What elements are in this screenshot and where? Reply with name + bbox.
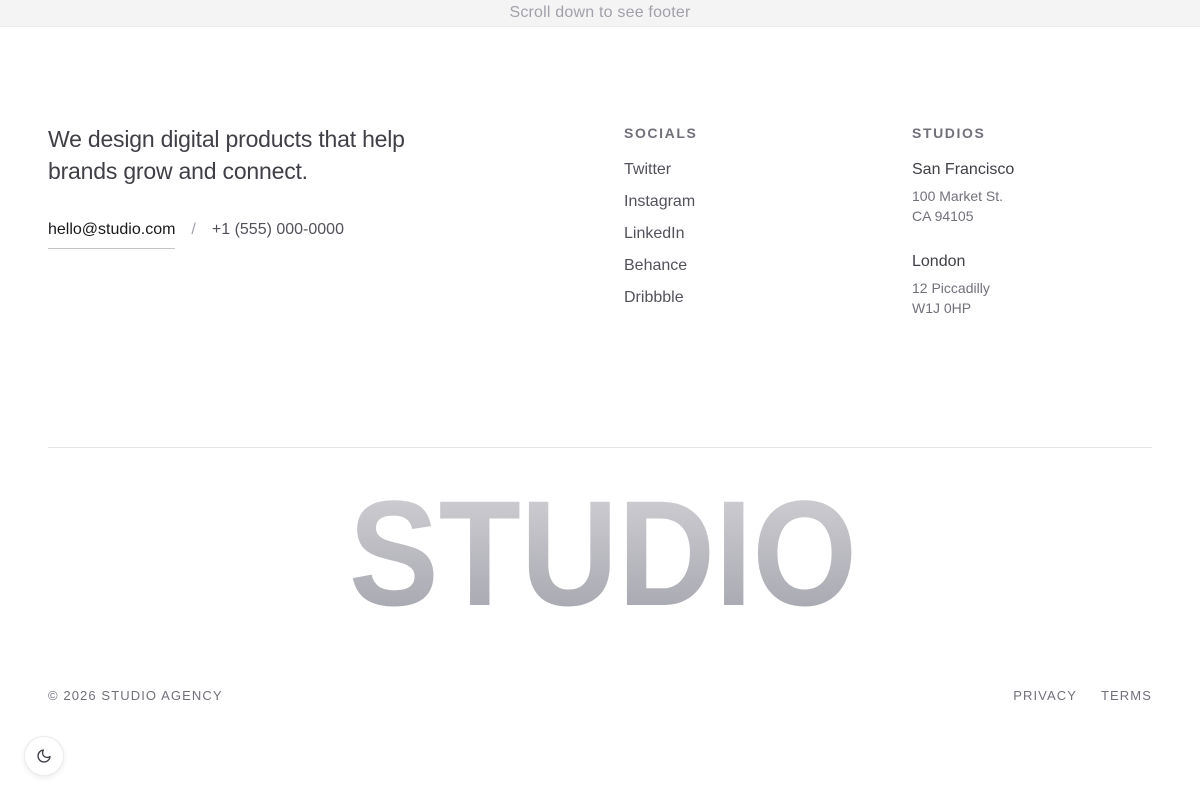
social-link-instagram[interactable]: Instagram bbox=[624, 193, 695, 210]
footer-divider bbox=[48, 447, 1152, 448]
studio-city: London bbox=[912, 253, 966, 270]
theme-toggle-button[interactable] bbox=[24, 736, 64, 776]
studio-wordmark: STUDIO bbox=[0, 470, 1200, 630]
contact-row: hello@studio.com / +1 (555) 000-0000 bbox=[48, 219, 344, 249]
scroll-hint-banner: Scroll down to see footer bbox=[0, 0, 1200, 27]
socials-list: Twitter Instagram LinkedIn Behance Dribb… bbox=[624, 158, 695, 318]
studio-address-line: W1J 0HP bbox=[912, 300, 972, 316]
studio-address-line: 100 Market St. bbox=[912, 188, 1004, 204]
terms-link[interactable]: TERMS bbox=[1101, 688, 1152, 704]
moon-icon bbox=[37, 749, 51, 763]
studio-city: San Francisco bbox=[912, 161, 1015, 178]
studio-address-line: CA 94105 bbox=[912, 208, 974, 224]
socials-heading: SOCIALS bbox=[624, 125, 698, 141]
social-link-behance[interactable]: Behance bbox=[624, 257, 687, 274]
social-link-twitter[interactable]: Twitter bbox=[624, 161, 671, 178]
social-link-dribbble[interactable]: Dribbble bbox=[624, 289, 684, 306]
scroll-hint-text: Scroll down to see footer bbox=[509, 4, 691, 21]
studios-heading: STUDIOS bbox=[912, 125, 986, 141]
social-link-linkedin[interactable]: LinkedIn bbox=[624, 225, 685, 242]
phone-link[interactable]: +1 (555) 000-0000 bbox=[212, 219, 344, 241]
studio-address-line: 12 Piccadilly bbox=[912, 280, 990, 296]
studio-location: London 12 Piccadilly W1J 0HP bbox=[912, 250, 990, 318]
contact-separator: / bbox=[191, 221, 196, 238]
legal-links: PRIVACY TERMS bbox=[1013, 688, 1152, 704]
privacy-link[interactable]: PRIVACY bbox=[1013, 688, 1077, 704]
email-link[interactable]: hello@studio.com bbox=[48, 219, 176, 249]
studio-location: San Francisco 100 Market St. CA 94105 bbox=[912, 158, 1014, 226]
copyright-text: © 2026 STUDIO AGENCY bbox=[48, 688, 223, 703]
wordmark-text: STUDIO bbox=[349, 470, 857, 630]
agency-tagline: We design digital products that help bra… bbox=[48, 126, 405, 184]
